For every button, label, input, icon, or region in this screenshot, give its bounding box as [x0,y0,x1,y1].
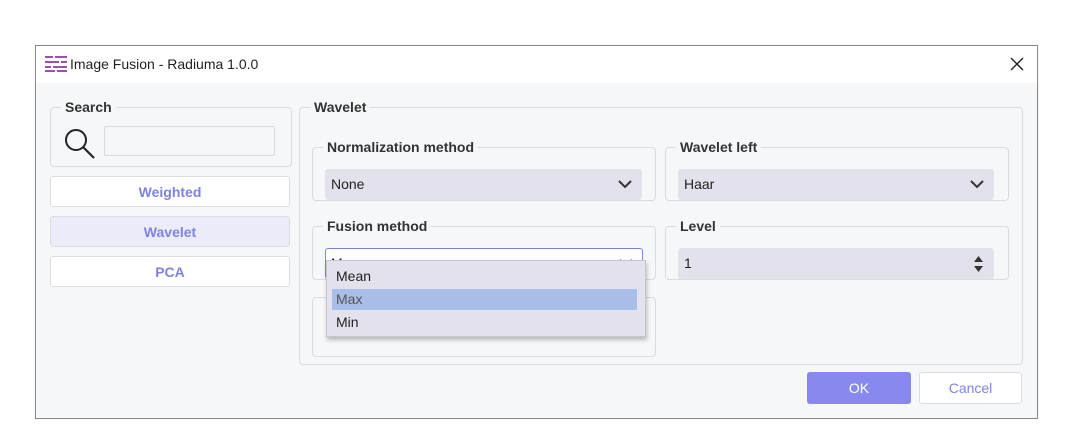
level-spinbox[interactable]: 1 [678,248,994,279]
cancel-button[interactable]: Cancel [919,372,1022,404]
ok-button[interactable]: OK [807,372,911,404]
chevron-down-icon [618,180,632,189]
search-group: Search [50,99,292,167]
wavelet-left-label: Wavelet left [680,139,758,155]
level-group: Level 1 [665,218,1009,280]
level-value: 1 [684,255,692,271]
nav-button-pca[interactable]: PCA [50,256,290,287]
spin-up-button[interactable] [973,254,984,263]
radiuma-app-icon [45,56,67,72]
wavelet-left-value: Haar [684,176,715,192]
wavelet-panel-title: Wavelet [314,99,367,115]
window-title: Image Fusion - Radiuma 1.0.0 [70,56,259,72]
wavelet-left-select[interactable]: Haar [678,169,994,200]
dropdown-option-min[interactable]: Min [332,312,637,333]
close-icon [1010,57,1024,71]
nav-button-wavelet[interactable]: Wavelet [50,216,290,247]
level-label: Level [680,218,716,234]
dropdown-option-max[interactable]: Max [332,289,637,310]
normalization-label: Normalization method [327,139,475,155]
normalization-value: None [331,176,365,192]
chevron-down-icon [970,180,984,189]
spin-down-button[interactable] [973,265,984,274]
dropdown-option-mean[interactable]: Mean [332,266,637,287]
fusion-method-dropdown: Mean Max Min [326,260,646,337]
normalization-group: Normalization method None [312,139,656,201]
normalization-select[interactable]: None [325,169,642,200]
fusion-method-label: Fusion method [327,218,428,234]
close-button[interactable] [1001,49,1033,79]
wavelet-left-group: Wavelet left Haar [665,139,1009,201]
search-label: Search [65,99,112,115]
spin-arrows-icon [973,254,984,274]
search-icon[interactable] [63,127,97,161]
search-input[interactable] [104,126,275,156]
dialog-window: Image Fusion - Radiuma 1.0.0 Search Weig… [35,45,1038,419]
nav-button-weighted[interactable]: Weighted [50,176,290,207]
title-bar[interactable]: Image Fusion - Radiuma 1.0.0 [36,46,1037,83]
